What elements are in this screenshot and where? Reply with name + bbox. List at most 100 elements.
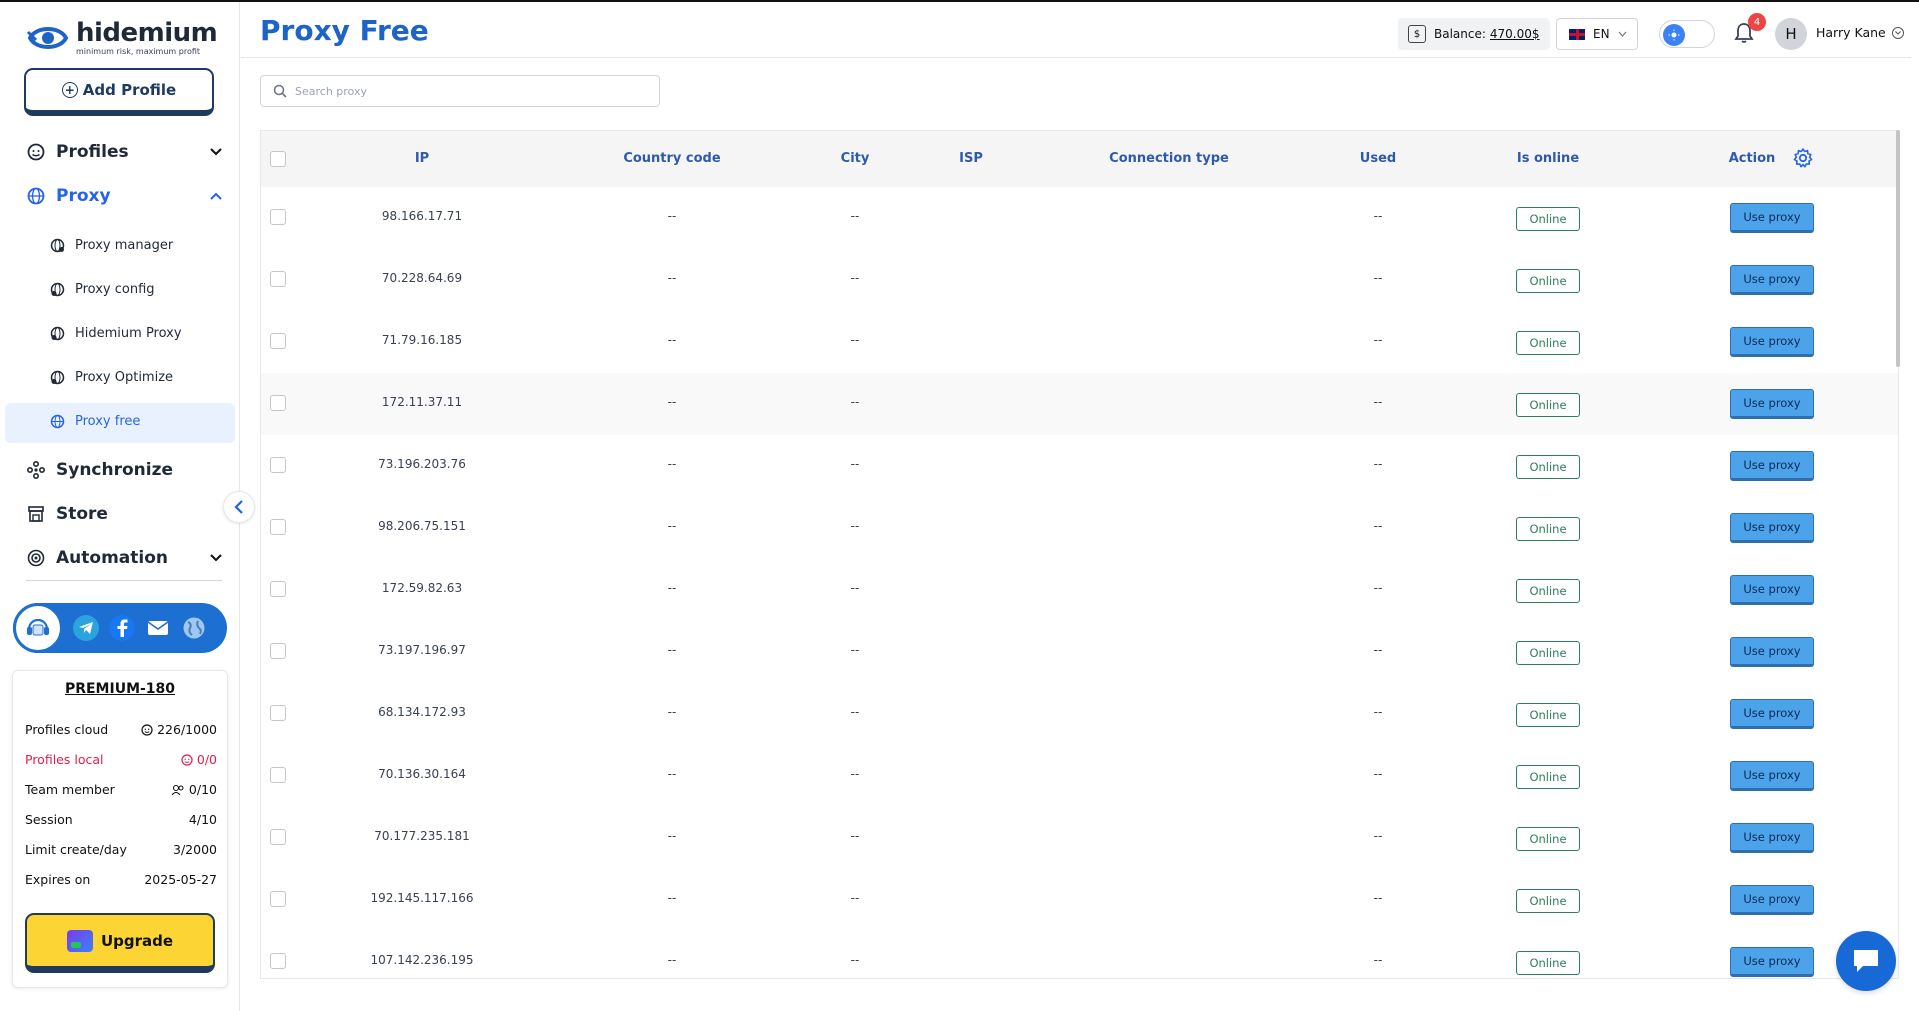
ip-cell: 107.142.236.195: [370, 953, 474, 967]
add-profile-button[interactable]: + Add Profile: [24, 68, 214, 116]
row-checkbox[interactable]: [270, 395, 286, 411]
telegram-icon[interactable]: [73, 615, 99, 641]
row-checkbox[interactable]: [270, 581, 286, 597]
row-checkbox[interactable]: [270, 643, 286, 659]
row-checkbox[interactable]: [270, 209, 286, 225]
sidebar-subitem-proxy-manager[interactable]: Proxy manager: [50, 238, 173, 253]
row-checkbox[interactable]: [270, 705, 286, 721]
column-header-is-online[interactable]: Is online: [1517, 151, 1579, 166]
facebook-icon[interactable]: [109, 615, 135, 641]
profiles-icon: [181, 753, 193, 766]
use-proxy-button[interactable]: Use proxy: [1730, 265, 1814, 295]
table-row[interactable]: 98.206.75.151 -- -- -- Online Use proxy: [261, 497, 1898, 559]
use-proxy-button[interactable]: Use proxy: [1730, 761, 1814, 791]
notification-button[interactable]: 4: [1734, 13, 1766, 46]
avatar[interactable]: H: [1775, 18, 1807, 50]
status-badge: Online: [1516, 207, 1580, 231]
sidebar-item-proxy[interactable]: Proxy: [26, 186, 222, 206]
table-row[interactable]: 107.142.236.195 -- -- -- Online Use proxy: [261, 931, 1898, 978]
logo[interactable]: hidemium minimum risk, maximum profit: [26, 18, 218, 58]
gear-icon[interactable]: [1792, 147, 1814, 169]
city-cell: --: [850, 891, 860, 905]
sidebar-divider: [26, 580, 222, 581]
used-cell: --: [1373, 395, 1383, 409]
use-proxy-button[interactable]: Use proxy: [1730, 575, 1814, 605]
sidebar-subitem-label: Proxy manager: [75, 238, 174, 253]
collapse-sidebar-button[interactable]: [223, 491, 255, 523]
ip-cell: 70.228.64.69: [381, 271, 463, 285]
search-input[interactable]: [295, 84, 635, 98]
column-header-used[interactable]: Used: [1360, 151, 1396, 166]
use-proxy-button[interactable]: Use proxy: [1730, 203, 1814, 233]
table-row[interactable]: 68.134.172.93 -- -- -- Online Use proxy: [261, 683, 1898, 745]
table-row[interactable]: 70.228.64.69 -- -- -- Online Use proxy: [261, 249, 1898, 311]
language-value: EN: [1593, 27, 1610, 41]
table-row[interactable]: 73.196.203.76 -- -- -- Online Use proxy: [261, 435, 1898, 497]
use-proxy-button[interactable]: Use proxy: [1730, 451, 1814, 481]
sidebar-subitem-proxy-free[interactable]: Proxy free: [50, 414, 140, 429]
sidebar-item-profiles[interactable]: Profiles: [26, 142, 222, 162]
row-checkbox[interactable]: [270, 891, 286, 907]
status-badge: Online: [1516, 951, 1580, 975]
row-checkbox[interactable]: [270, 271, 286, 287]
row-checkbox[interactable]: [270, 519, 286, 535]
column-header-isp[interactable]: ISP: [959, 151, 983, 166]
table-row[interactable]: 71.79.16.185 -- -- -- Online Use proxy: [261, 311, 1898, 373]
table-row[interactable]: 172.59.82.63 -- -- -- Online Use proxy: [261, 559, 1898, 621]
city-cell: --: [850, 953, 860, 967]
sidebar-subitem-proxy-config[interactable]: Proxy config: [50, 282, 155, 297]
table-row[interactable]: 172.11.37.11 -- -- -- Online Use proxy: [261, 373, 1898, 435]
balance-display[interactable]: $ Balance: 470.00$: [1398, 18, 1550, 50]
use-proxy-button[interactable]: Use proxy: [1730, 637, 1814, 667]
support-agent-icon[interactable]: [13, 603, 63, 653]
balance-amount[interactable]: 470.00$: [1490, 27, 1540, 41]
ip-cell: 70.136.30.164: [378, 767, 466, 781]
upgrade-button[interactable]: Upgrade: [25, 913, 215, 973]
column-header-ip[interactable]: IP: [415, 151, 429, 166]
used-cell: --: [1373, 581, 1383, 595]
row-checkbox[interactable]: [270, 953, 286, 969]
table-row[interactable]: 73.197.196.97 -- -- -- Online Use proxy: [261, 621, 1898, 683]
mail-icon[interactable]: [145, 615, 171, 641]
column-header-city[interactable]: City: [841, 151, 870, 166]
table-row[interactable]: 98.166.17.71 -- -- -- Online Use proxy: [261, 187, 1898, 249]
chat-button[interactable]: [1836, 931, 1896, 991]
table-header: IP Country code City ISP Connection type…: [261, 131, 1898, 187]
use-proxy-button[interactable]: Use proxy: [1730, 699, 1814, 729]
globe-icon[interactable]: [181, 615, 207, 641]
use-proxy-button[interactable]: Use proxy: [1730, 327, 1814, 357]
table-row[interactable]: 192.145.117.166 -- -- -- Online Use proxy: [261, 869, 1898, 931]
use-proxy-button[interactable]: Use proxy: [1730, 885, 1814, 915]
country-code-cell: --: [667, 209, 677, 223]
user-menu[interactable]: Harry Kane: [1816, 25, 1904, 40]
chevron-left-icon: [234, 500, 243, 514]
table-scrollbar[interactable]: [1896, 130, 1900, 367]
column-header-action[interactable]: Action: [1729, 151, 1776, 166]
sidebar-subitem-hidemium-proxy[interactable]: Hidemium Proxy: [50, 326, 182, 341]
plan-row-value: 4/10: [188, 812, 217, 827]
sidebar-item-store[interactable]: Store: [26, 504, 222, 524]
column-header-connection-type[interactable]: Connection type: [1109, 151, 1229, 166]
used-cell: --: [1373, 829, 1383, 843]
row-checkbox[interactable]: [270, 829, 286, 845]
table-row[interactable]: 70.177.235.181 -- -- -- Online Use proxy: [261, 807, 1898, 869]
profiles-icon: [141, 723, 153, 736]
theme-toggle[interactable]: [1659, 20, 1715, 48]
column-header-country-code[interactable]: Country code: [623, 151, 720, 166]
use-proxy-button[interactable]: Use proxy: [1730, 823, 1814, 853]
row-checkbox[interactable]: [270, 457, 286, 473]
language-select[interactable]: EN: [1556, 18, 1638, 50]
sidebar-item-synchronize[interactable]: Synchronize: [26, 460, 222, 480]
sidebar-subitem-proxy-optimize[interactable]: Proxy Optimize: [50, 370, 173, 385]
use-proxy-button[interactable]: Use proxy: [1730, 389, 1814, 419]
uk-flag-icon: [1569, 28, 1585, 40]
sidebar-item-automation[interactable]: Automation: [26, 548, 222, 568]
sidebar-item-label: Profiles: [56, 142, 129, 162]
row-checkbox[interactable]: [270, 333, 286, 349]
use-proxy-button[interactable]: Use proxy: [1730, 947, 1814, 977]
row-checkbox[interactable]: [270, 767, 286, 783]
use-proxy-button[interactable]: Use proxy: [1730, 513, 1814, 543]
select-all-checkbox[interactable]: [270, 151, 286, 167]
table-row[interactable]: 70.136.30.164 -- -- -- Online Use proxy: [261, 745, 1898, 807]
sidebar-subitem-label: Proxy Optimize: [75, 370, 174, 385]
